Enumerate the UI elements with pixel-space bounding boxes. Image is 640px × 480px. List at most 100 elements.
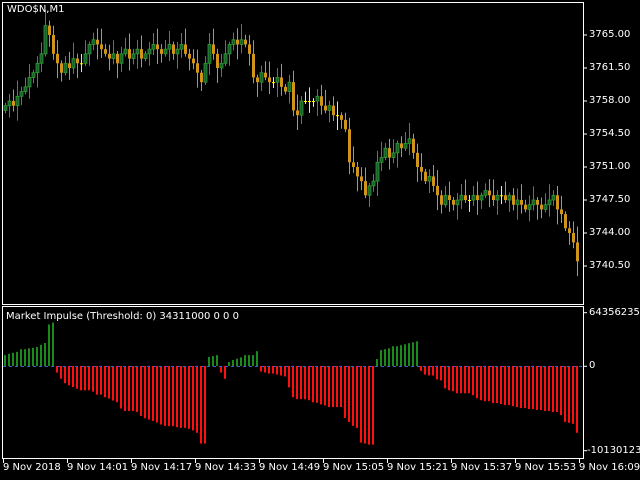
candle	[348, 117, 351, 175]
candle	[275, 68, 280, 98]
candle	[448, 181, 451, 212]
histogram-bar	[560, 366, 562, 416]
candle	[192, 49, 195, 70]
candle	[551, 190, 556, 206]
histogram-bar	[392, 346, 394, 366]
histogram-bar	[500, 366, 502, 405]
histogram-bar	[72, 366, 74, 388]
candle	[167, 30, 172, 62]
histogram-bar	[296, 366, 298, 400]
histogram-bar	[100, 366, 102, 395]
candle	[287, 75, 292, 104]
histogram-bar	[464, 366, 466, 394]
histogram-bar	[396, 346, 398, 366]
histogram-bar	[252, 355, 254, 366]
time-label: 9 Nov 14:33	[195, 462, 257, 473]
candle	[135, 39, 140, 69]
histogram-bar	[180, 366, 182, 428]
histogram-bar	[544, 366, 546, 412]
candle	[564, 211, 567, 232]
candle	[179, 32, 184, 59]
histogram-bar	[80, 366, 82, 391]
histogram-bar	[440, 366, 442, 381]
candle	[455, 192, 460, 220]
histogram-bar	[236, 358, 238, 366]
histogram-bar	[128, 366, 130, 412]
histogram-bar	[212, 356, 214, 366]
candle	[324, 89, 327, 114]
histogram-bar	[4, 355, 6, 366]
candle	[108, 44, 111, 71]
histogram-bar	[288, 366, 290, 388]
candle	[119, 46, 124, 73]
histogram-bar	[352, 366, 354, 426]
candle	[131, 48, 136, 65]
histogram-bar	[400, 345, 402, 366]
histogram-bar	[272, 366, 274, 374]
candle	[203, 56, 208, 85]
histogram-bar	[116, 366, 118, 403]
histogram-bar	[384, 349, 386, 366]
candle	[375, 150, 380, 197]
candle	[140, 35, 143, 68]
candle	[87, 41, 92, 66]
candle	[264, 61, 267, 81]
candle	[556, 185, 559, 225]
candle	[543, 193, 548, 213]
candle	[184, 28, 187, 57]
histogram-bar	[168, 366, 170, 427]
candle	[568, 221, 571, 245]
histogram-bar	[176, 366, 178, 428]
candle	[188, 48, 191, 71]
histogram-bar	[516, 366, 518, 408]
chart-canvas[interactable]	[0, 0, 640, 480]
candle	[407, 122, 412, 156]
candle	[304, 91, 307, 104]
histogram-bar	[8, 353, 10, 366]
histogram-bar	[460, 366, 462, 394]
candle	[471, 185, 476, 206]
candle	[299, 96, 304, 125]
histogram-bar	[444, 366, 446, 389]
candle	[91, 32, 96, 51]
histogram-bar	[432, 366, 434, 376]
candle	[116, 51, 119, 79]
candle	[7, 93, 12, 118]
candle	[515, 188, 520, 220]
histogram-bar	[156, 366, 158, 423]
candle	[332, 96, 335, 121]
candle	[104, 44, 107, 57]
histogram-bar	[148, 366, 150, 420]
candle	[156, 28, 159, 65]
candle	[19, 86, 24, 106]
time-label: 9 Nov 14:17	[131, 462, 193, 473]
histogram-bar	[376, 359, 378, 366]
histogram-bar	[448, 366, 450, 391]
candle	[39, 42, 44, 73]
candle	[488, 179, 491, 208]
candle	[83, 40, 88, 67]
candle	[443, 185, 448, 208]
histogram-bar	[336, 366, 338, 408]
candle	[336, 101, 339, 131]
histogram-bar	[552, 366, 554, 413]
histogram-bar	[412, 342, 414, 366]
candle	[483, 183, 488, 199]
histogram-bar	[76, 366, 78, 389]
histogram-bar	[540, 366, 542, 411]
histogram-bar	[256, 351, 258, 366]
candle	[308, 87, 311, 113]
indicator-title: Market Impulse (Threshold: 0) 34311000 0…	[6, 311, 239, 322]
histogram-bar	[572, 366, 574, 424]
candle	[536, 197, 539, 220]
candle	[527, 195, 532, 222]
candle	[356, 162, 359, 192]
candle	[143, 51, 148, 62]
candle	[151, 32, 156, 55]
histogram-bar	[28, 348, 30, 366]
candle	[367, 183, 372, 208]
indicator-label: 0	[589, 360, 596, 372]
histogram-bar	[312, 366, 314, 403]
histogram-bar	[268, 366, 270, 374]
candle	[464, 179, 467, 203]
